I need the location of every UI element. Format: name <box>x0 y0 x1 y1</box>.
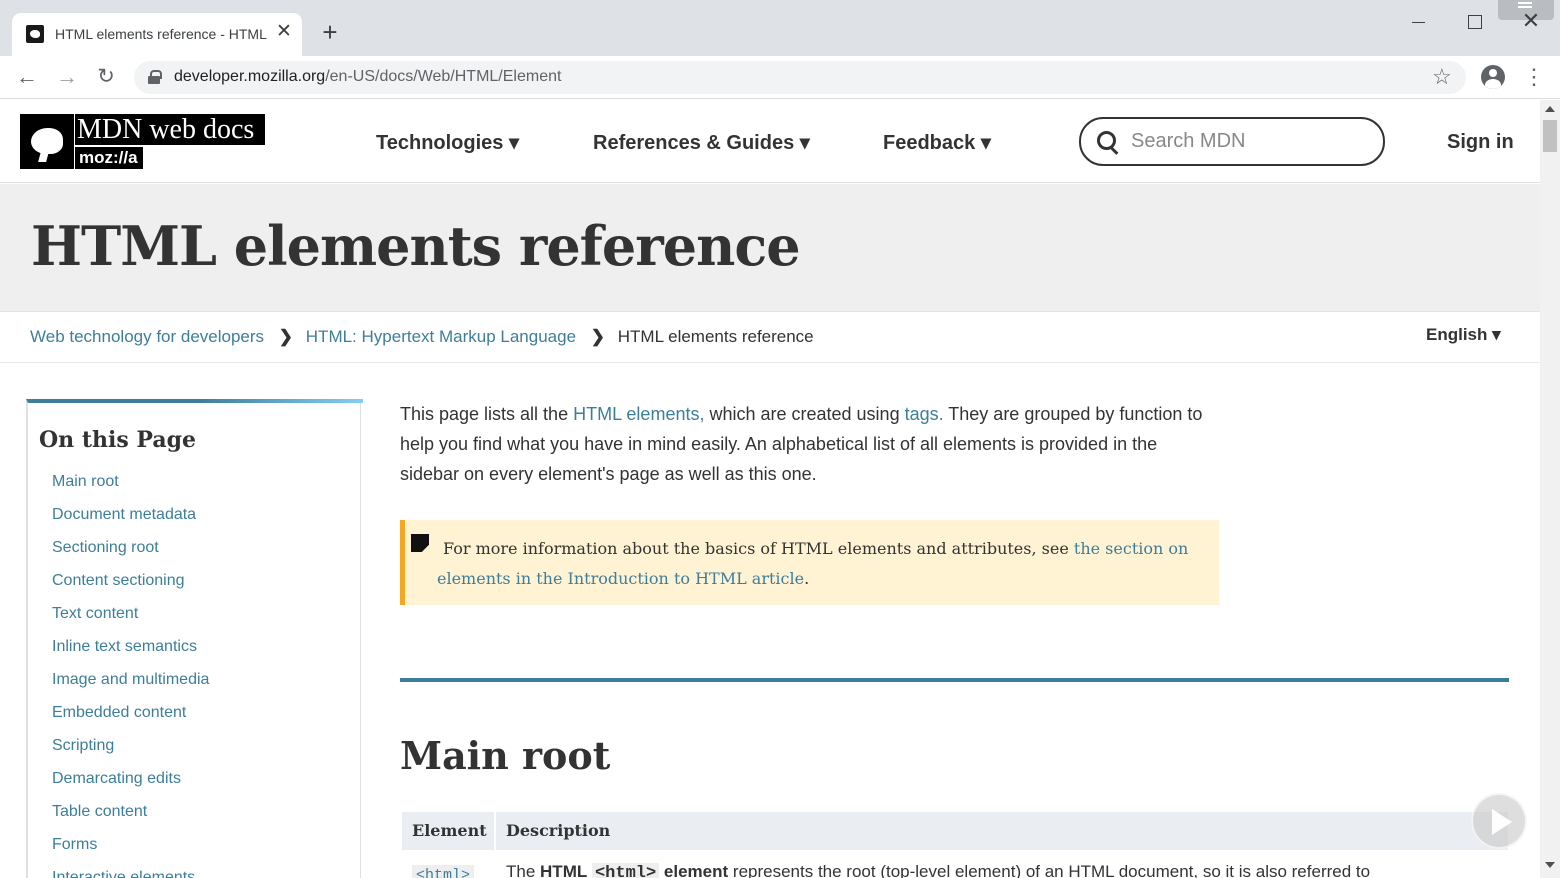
desc-bold-2: element <box>659 862 729 878</box>
note-callout: For more information about the basics of… <box>400 520 1219 605</box>
language-selector[interactable]: English ▾ <box>1426 325 1501 345</box>
toc-item-forms[interactable]: Forms <box>52 836 209 869</box>
desc-pre: The <box>506 862 541 878</box>
browser-tab-strip: HTML elements reference - HTML ✕ + ✕ <box>0 0 1560 56</box>
toc-item-table-content[interactable]: Table content <box>52 803 209 836</box>
url-path: /en-US/docs/Web/HTML/Element <box>325 68 562 85</box>
sign-in-link[interactable]: Sign in <box>1447 131 1514 154</box>
main-root-table: Element Description <html> The HTML <htm… <box>402 812 1508 878</box>
intro-text-1: This page lists all the <box>400 404 574 424</box>
note-icon <box>411 534 429 552</box>
breadcrumb-divider <box>0 362 1540 363</box>
address-bar[interactable]: developer.mozilla.org/en-US/docs/Web/HTM… <box>134 61 1466 94</box>
chevron-right-icon: ❯ <box>278 327 294 346</box>
note-text: For more information about the basics of… <box>437 534 1217 594</box>
toc-item-text-content[interactable]: Text content <box>52 605 209 638</box>
search-input[interactable] <box>1131 127 1371 155</box>
reload-icon[interactable]: ↻ <box>93 64 119 90</box>
desc-code: <html> <box>591 863 660 878</box>
table-cell-description: The HTML <html> element represents the r… <box>506 852 1506 878</box>
minimize-window-button[interactable] <box>1404 8 1434 34</box>
tags-link[interactable]: tags. <box>905 404 944 424</box>
on-this-page-sidebar: On this Page Main root Document metadata… <box>26 399 363 878</box>
search-box[interactable] <box>1079 117 1385 166</box>
desc-post: represents the root (top-level element) … <box>728 862 1371 878</box>
intro-paragraph: This page lists all the HTML elements, w… <box>400 399 1220 489</box>
toc-item-sectioning-root[interactable]: Sectioning root <box>52 539 209 572</box>
scroll-thumb[interactable] <box>1543 120 1557 152</box>
table-header-description: Description <box>496 812 1508 850</box>
maximize-window-button[interactable] <box>1460 8 1490 34</box>
section-divider <box>400 678 1509 682</box>
intro-text-2: which are created using <box>704 404 905 424</box>
page-title: HTML elements reference <box>31 214 801 278</box>
url-text[interactable]: developer.mozilla.org/en-US/docs/Web/HTM… <box>174 68 561 86</box>
dinosaur-logo-icon <box>20 114 74 169</box>
toc-item-interactive-elements[interactable]: Interactive elements <box>52 869 209 878</box>
tab-close-icon[interactable]: ✕ <box>274 22 294 42</box>
breadcrumb: Web technology for developers ❯ HTML: Hy… <box>30 327 814 347</box>
close-window-button[interactable]: ✕ <box>1516 8 1546 34</box>
toc-list: Main root Document metadata Sectioning r… <box>52 473 209 878</box>
search-icon <box>1097 131 1119 153</box>
toc-heading: On this Page <box>39 427 196 453</box>
toc-item-main-root[interactable]: Main root <box>52 473 209 506</box>
mdn-logo[interactable]: MDN web docs moz://a <box>20 114 265 169</box>
bookmark-star-icon[interactable]: ☆ <box>1432 64 1452 90</box>
table-cell-element: <html> <box>402 852 494 878</box>
nav-technologies[interactable]: Technologies ▾ <box>376 130 519 155</box>
title-band: HTML elements reference <box>0 184 1540 312</box>
browser-toolbar: ← → ↻ developer.mozilla.org/en-US/docs/W… <box>0 56 1560 99</box>
page-viewport: MDN web docs moz://a Technologies ▾ Refe… <box>0 100 1540 878</box>
breadcrumb-web-tech[interactable]: Web technology for developers <box>30 327 264 346</box>
html-element-link[interactable]: <html> <box>412 865 475 878</box>
toc-item-embedded-content[interactable]: Embedded content <box>52 704 209 737</box>
breadcrumb-current: HTML elements reference <box>617 327 814 346</box>
scroll-up-icon[interactable] <box>1545 106 1555 112</box>
nav-references-guides[interactable]: References & Guides ▾ <box>593 130 810 155</box>
table-header-element: Element <box>402 812 494 850</box>
chevron-right-icon: ❯ <box>590 327 606 346</box>
toc-item-content-sectioning[interactable]: Content sectioning <box>52 572 209 605</box>
toc-item-scripting[interactable]: Scripting <box>52 737 209 770</box>
scroll-down-icon[interactable] <box>1545 862 1555 868</box>
breadcrumb-html[interactable]: HTML: Hypertext Markup Language <box>306 327 576 346</box>
desc-bold: HTML <box>540 862 588 878</box>
browser-tab[interactable]: HTML elements reference - HTML ✕ <box>12 13 302 56</box>
note-text-end: . <box>804 569 810 588</box>
back-arrow-icon[interactable]: ← <box>14 64 40 90</box>
toc-item-inline-text-semantics[interactable]: Inline text semantics <box>52 638 209 671</box>
new-tab-button[interactable]: + <box>318 19 342 45</box>
nav-feedback[interactable]: Feedback ▾ <box>883 130 991 155</box>
site-header: MDN web docs moz://a Technologies ▾ Refe… <box>0 100 1540 183</box>
browser-menu-icon[interactable]: ⋮ <box>1523 65 1545 91</box>
toc-item-demarcating-edits[interactable]: Demarcating edits <box>52 770 209 803</box>
url-host: developer.mozilla.org <box>174 68 326 85</box>
profile-icon[interactable] <box>1481 65 1505 89</box>
html-elements-link[interactable]: HTML elements, <box>573 404 704 424</box>
section-heading-main-root: Main root <box>400 733 611 778</box>
logo-mozilla: moz://a <box>75 147 143 169</box>
toc-item-image-multimedia[interactable]: Image and multimedia <box>52 671 209 704</box>
note-text-body: For more information about the basics of… <box>443 539 1074 558</box>
lock-icon[interactable] <box>148 70 162 84</box>
tab-title: HTML elements reference - HTML <box>55 26 267 42</box>
logo-title: MDN web docs <box>75 114 265 145</box>
mdn-favicon-icon <box>26 25 44 43</box>
toc-item-document-metadata[interactable]: Document metadata <box>52 506 209 539</box>
play-overlay-icon[interactable] <box>1471 793 1527 849</box>
forward-arrow-icon[interactable]: → <box>54 64 80 90</box>
page-scrollbar[interactable] <box>1540 100 1560 878</box>
